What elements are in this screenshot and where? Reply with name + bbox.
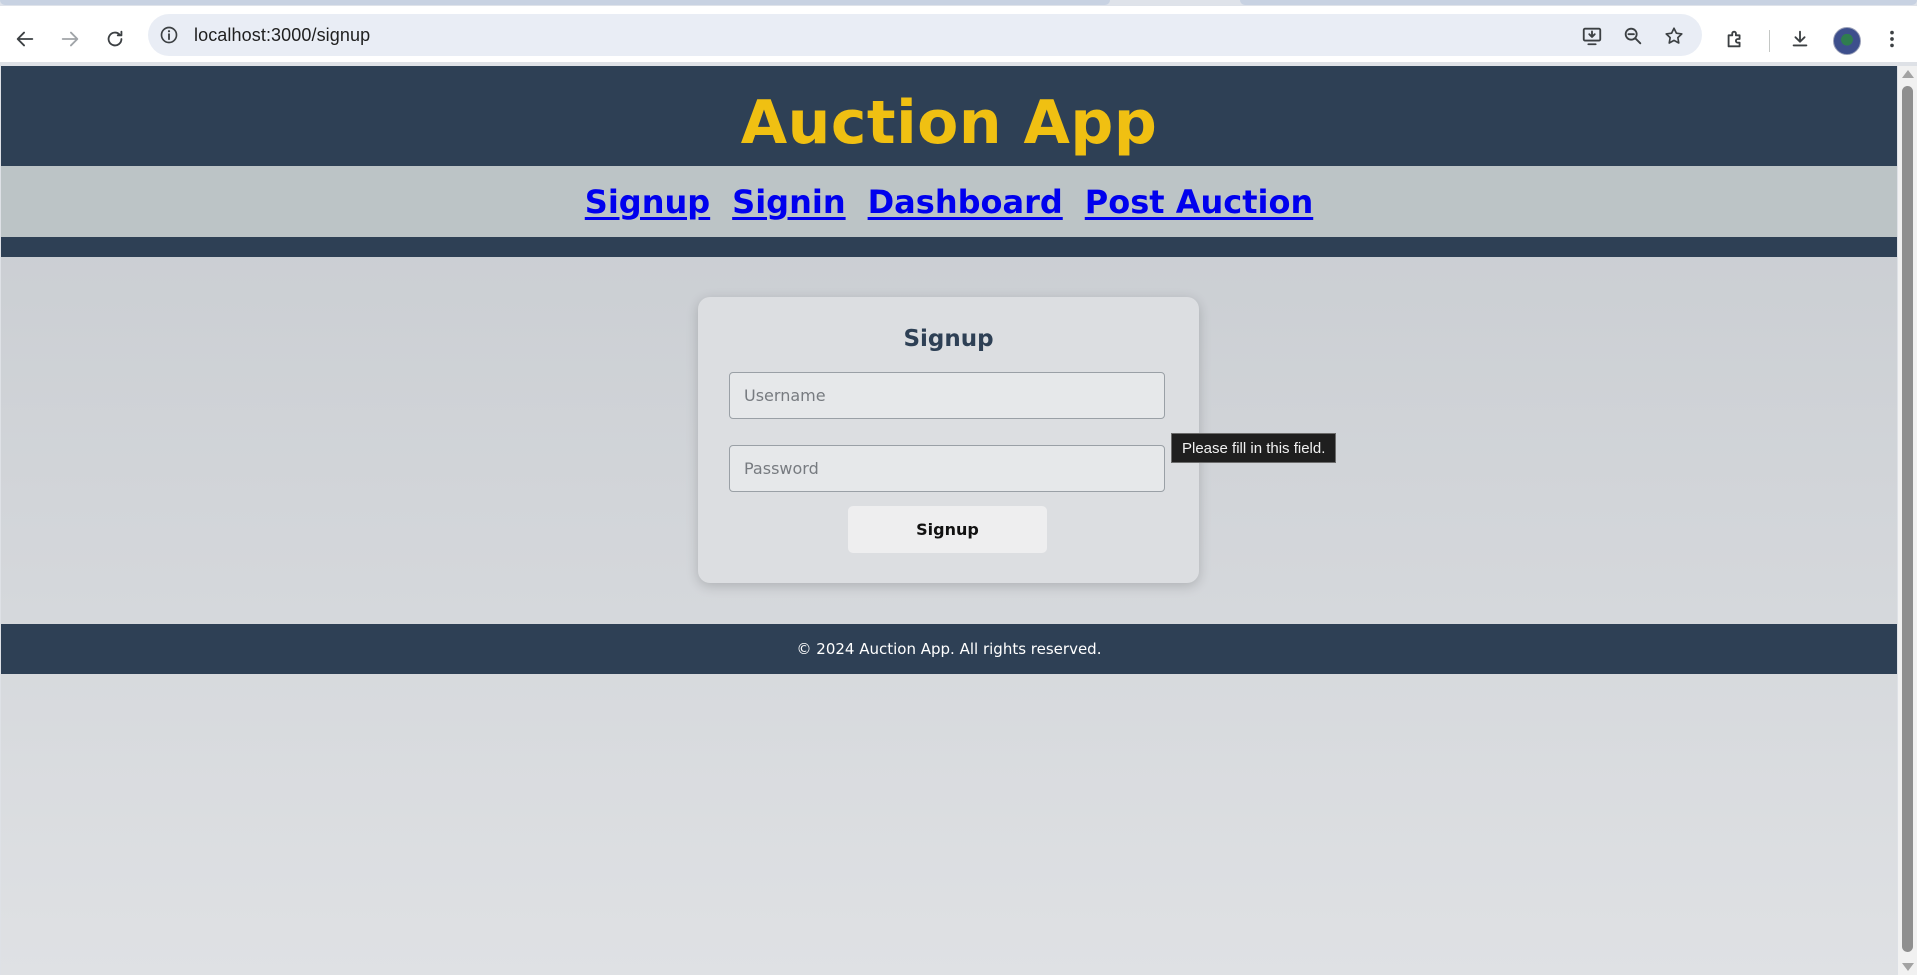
- password-input[interactable]: [729, 445, 1165, 492]
- arrow-right-icon: [61, 31, 79, 47]
- username-input[interactable]: [729, 372, 1165, 419]
- tab[interactable]: [0, 0, 1110, 5]
- extensions-button[interactable]: [1717, 21, 1753, 57]
- toolbar-separator: [1769, 30, 1770, 52]
- reload-icon: [107, 30, 123, 47]
- nav-link-signup[interactable]: Signup: [585, 183, 710, 221]
- scroll-down-arrow-icon[interactable]: [1902, 963, 1914, 971]
- forward-button[interactable]: [52, 21, 88, 57]
- puzzle-icon: [1727, 30, 1741, 48]
- signup-button[interactable]: Signup: [848, 506, 1047, 553]
- scrollbar[interactable]: [1898, 66, 1917, 975]
- reload-button[interactable]: [97, 21, 133, 57]
- downloads-button[interactable]: [1782, 21, 1818, 57]
- scrollbar-thumb[interactable]: [1902, 86, 1913, 952]
- site-footer: © 2024 Auction App. All rights reserved.: [1, 624, 1897, 674]
- nav-divider: [1, 237, 1897, 257]
- site-title: Auction App: [740, 88, 1158, 158]
- signup-card: Signup Signup: [698, 297, 1199, 583]
- page-viewport: Auction App Signup Signin Dashboard Post…: [1, 66, 1897, 975]
- address-bar[interactable]: localhost:3000/signup: [148, 14, 1702, 56]
- main-nav: Signup Signin Dashboard Post Auction: [1, 166, 1897, 237]
- install-app-icon[interactable]: [1580, 24, 1604, 48]
- info-icon[interactable]: [158, 24, 180, 46]
- tab[interactable]: [1240, 0, 1917, 5]
- back-button[interactable]: [7, 21, 43, 57]
- nav-link-signin[interactable]: Signin: [732, 183, 845, 221]
- download-icon: [1792, 30, 1808, 47]
- nav-link-post-auction[interactable]: Post Auction: [1085, 183, 1313, 221]
- url-text[interactable]: localhost:3000/signup: [194, 25, 370, 46]
- browser-toolbar: localhost:3000/signup: [0, 6, 1917, 62]
- star-icon[interactable]: [1662, 24, 1686, 48]
- avatar[interactable]: [1833, 27, 1861, 55]
- nav-link-dashboard[interactable]: Dashboard: [868, 183, 1063, 221]
- form-heading: Signup: [903, 326, 994, 352]
- validation-tooltip: Please fill in this field.: [1171, 433, 1337, 463]
- menu-button[interactable]: [1874, 21, 1910, 57]
- footer-text: © 2024 Auction App. All rights reserved.: [796, 640, 1102, 658]
- kebab-menu-icon: [1890, 30, 1894, 48]
- zoom-out-icon[interactable]: [1621, 24, 1645, 48]
- scroll-up-arrow-icon[interactable]: [1902, 70, 1914, 78]
- arrow-left-icon: [16, 31, 34, 47]
- site-header: Auction App: [1, 66, 1897, 166]
